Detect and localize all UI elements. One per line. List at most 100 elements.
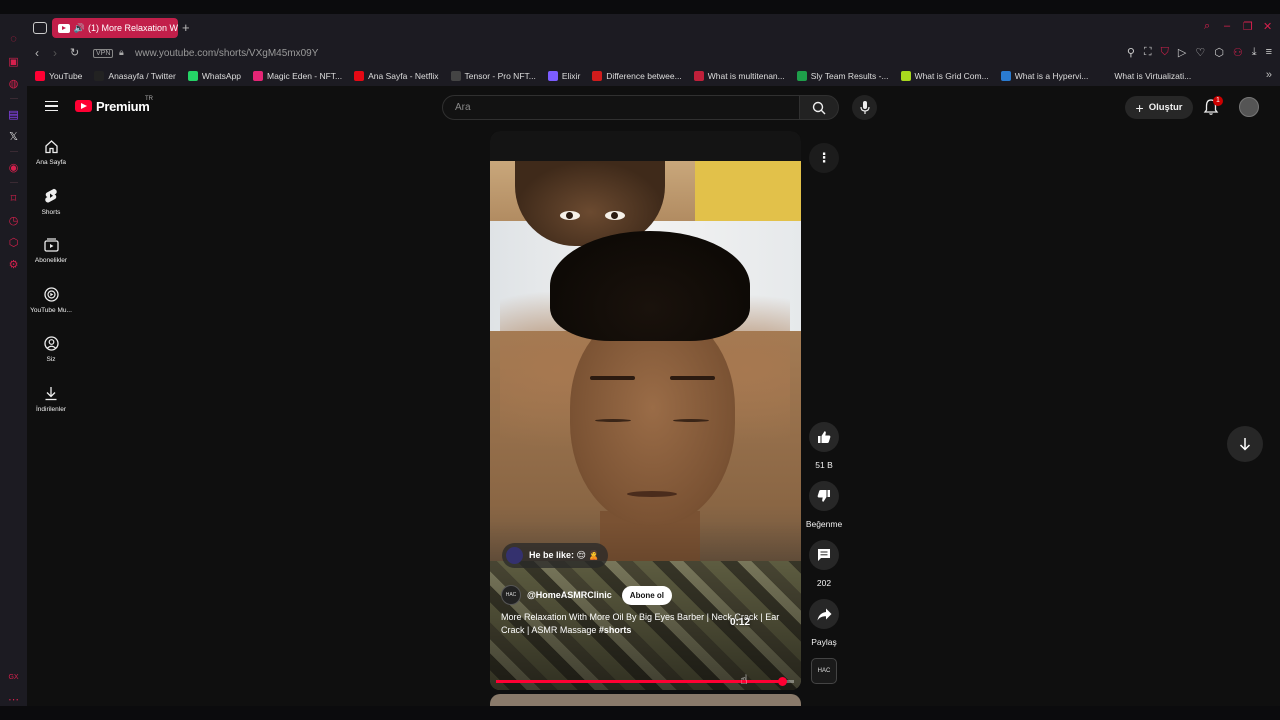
channel-name[interactable]: @HomeASMRClinic	[527, 590, 612, 600]
heart-icon[interactable]: ♡	[1195, 46, 1205, 59]
dislike-button[interactable]	[809, 481, 839, 511]
guide-item-you[interactable]: Siz	[27, 336, 75, 363]
lock-icon[interactable]: 🔒︎	[119, 47, 124, 58]
minimize-icon[interactable]: –	[1224, 20, 1230, 32]
gx-icon[interactable]: GX	[7, 670, 21, 684]
play-icon[interactable]: ▷	[1178, 46, 1186, 59]
bookmark-item[interactable]: What is a Hypervi...	[1000, 71, 1088, 81]
search-button[interactable]	[799, 95, 839, 120]
aria-icon[interactable]: ◌	[7, 32, 21, 46]
bookmark-item[interactable]: Sly Team Results -...	[796, 71, 889, 81]
account-avatar[interactable]	[1239, 97, 1259, 117]
microphone-icon	[859, 101, 870, 114]
bookmark-item[interactable]: Magic Eden - NFT...	[253, 71, 342, 81]
vpn-badge[interactable]: VPN	[93, 49, 114, 58]
bookmark-item[interactable]: What is multitenan...	[693, 71, 785, 81]
extensions-sidebar-icon[interactable]: ⬡	[7, 235, 21, 249]
player-icon[interactable]: ◉	[7, 160, 21, 174]
extensions-icon[interactable]: ⬡	[1214, 46, 1224, 59]
player-top-bar	[490, 131, 801, 161]
bookmark-item[interactable]: Difference betwee...	[592, 71, 682, 81]
bookmark-item[interactable]: What is Virtualizati...	[1100, 71, 1191, 81]
guide-item-youtube-music[interactable]: YouTube Mu...	[27, 287, 75, 314]
twitch-icon[interactable]: ▤	[7, 107, 21, 121]
channel-avatar[interactable]: HAC	[501, 585, 521, 605]
home-icon	[44, 140, 58, 154]
subscribe-button[interactable]: Abone ol	[621, 585, 673, 605]
menu-icon[interactable]: ≡	[1266, 46, 1272, 59]
guide-item-home[interactable]: Ana Sayfa	[27, 139, 75, 166]
dislike-action[interactable]: Beğenme	[806, 481, 842, 529]
pinboard-icon[interactable]: ⌑	[7, 191, 21, 205]
arrow-down-icon	[1239, 438, 1251, 451]
close-icon[interactable]: ✕	[1263, 20, 1272, 33]
next-short-preview[interactable]	[490, 694, 801, 706]
comments-button[interactable]	[809, 540, 839, 570]
progress-scrubber[interactable]	[777, 677, 787, 686]
tab-youtube-shorts[interactable]: 🔊 (1) More Relaxation W	[52, 18, 178, 38]
bookmark-item[interactable]: YouTube	[35, 71, 82, 81]
top-black-bar	[0, 0, 1280, 14]
share-label: Paylaş	[811, 637, 837, 647]
bookmark-item[interactable]: Tensor - Pro NFT...	[450, 71, 536, 81]
messenger-icon[interactable]: ◍	[7, 76, 21, 90]
guide-menu-icon[interactable]	[45, 101, 58, 111]
shield-icon[interactable]: ⛉	[1161, 46, 1169, 59]
progress-bar[interactable]	[496, 677, 794, 686]
barber-eye	[605, 211, 625, 220]
back-icon[interactable]: ‹	[35, 46, 39, 60]
guide-item-label: Ana Sayfa	[36, 159, 66, 166]
more-icon[interactable]: ⋯	[7, 692, 21, 706]
bookmark-label: Elixir	[561, 71, 581, 81]
maximize-icon[interactable]: ❐	[1243, 20, 1253, 33]
search-icon	[812, 101, 826, 114]
bookmarks-overflow-icon[interactable]: »	[1266, 69, 1272, 81]
shorts-icon	[45, 188, 57, 203]
guide-item-label: YouTube Mu...	[30, 307, 72, 314]
like-action[interactable]: 51 B	[808, 422, 840, 470]
pin-icon[interactable]: ⚲	[1127, 46, 1135, 59]
download-icon[interactable]: ⤓	[1252, 46, 1257, 59]
guide-item-downloads[interactable]: İndirilenler	[27, 386, 75, 413]
sound-source-avatar[interactable]: HAC	[811, 658, 837, 684]
caption-pill[interactable]: He be like: 😌 🙎	[502, 543, 608, 568]
comments-action[interactable]: 202	[808, 540, 840, 588]
hashtag-link[interactable]: #shorts	[599, 625, 632, 635]
share-action[interactable]: Paylaş	[808, 599, 840, 647]
youtube-logo-icon[interactable]	[75, 100, 92, 112]
next-short-button[interactable]	[1227, 426, 1263, 462]
create-button[interactable]: + Oluştur	[1125, 96, 1193, 119]
bookmark-item[interactable]: Ana Sayfa - Netflix	[354, 71, 439, 81]
url-field[interactable]: www.youtube.com/shorts/VXgM45mx09Y	[135, 48, 318, 59]
youtube-premium-logo[interactable]: Premium	[96, 99, 150, 114]
reload-icon[interactable]: ↻	[70, 46, 79, 59]
profile-icon[interactable]: ⚇	[1233, 46, 1243, 59]
bookmark-item[interactable]: WhatsApp	[187, 71, 241, 81]
voice-search-button[interactable]	[852, 95, 877, 120]
guide-item-subscriptions[interactable]: Abonelikler	[27, 238, 75, 264]
history-icon[interactable]: ◷	[7, 213, 21, 227]
search-tabs-icon[interactable]: ⌕	[1204, 20, 1210, 33]
bookmark-favicon-icon	[94, 71, 105, 81]
crypto-wallet-icon[interactable]: ▣	[7, 54, 21, 68]
bookmark-item[interactable]: What is Grid Com...	[900, 71, 989, 81]
share-icon	[817, 608, 831, 620]
bookmark-item[interactable]: Anasayfa / Twitter	[94, 71, 176, 81]
new-tab-button[interactable]: +	[182, 20, 190, 35]
tab-switcher-icon[interactable]	[33, 22, 47, 34]
bookmark-favicon-icon	[693, 71, 704, 81]
x-twitter-icon[interactable]: 𝕏	[7, 129, 21, 143]
search-input[interactable]	[443, 96, 799, 119]
bookmark-item[interactable]: Elixir	[547, 71, 581, 81]
like-button[interactable]	[809, 422, 839, 452]
bookmark-label: Ana Sayfa - Netflix	[368, 71, 439, 81]
shorts-player[interactable]: He be like: 😌 🙎 HAC @HomeASMRClinic Abon…	[490, 131, 801, 690]
settings-icon[interactable]: ⚙	[7, 257, 21, 271]
forward-icon[interactable]: ›	[53, 46, 57, 60]
bookmark-label: Sly Team Results -...	[810, 71, 889, 81]
speaker-icon[interactable]: 🔊	[74, 23, 85, 34]
share-button[interactable]	[809, 599, 839, 629]
guide-item-shorts[interactable]: Shorts	[27, 188, 75, 216]
more-options-button[interactable]: ⋮	[809, 143, 839, 173]
snapshot-icon[interactable]: ⛶	[1144, 46, 1152, 59]
